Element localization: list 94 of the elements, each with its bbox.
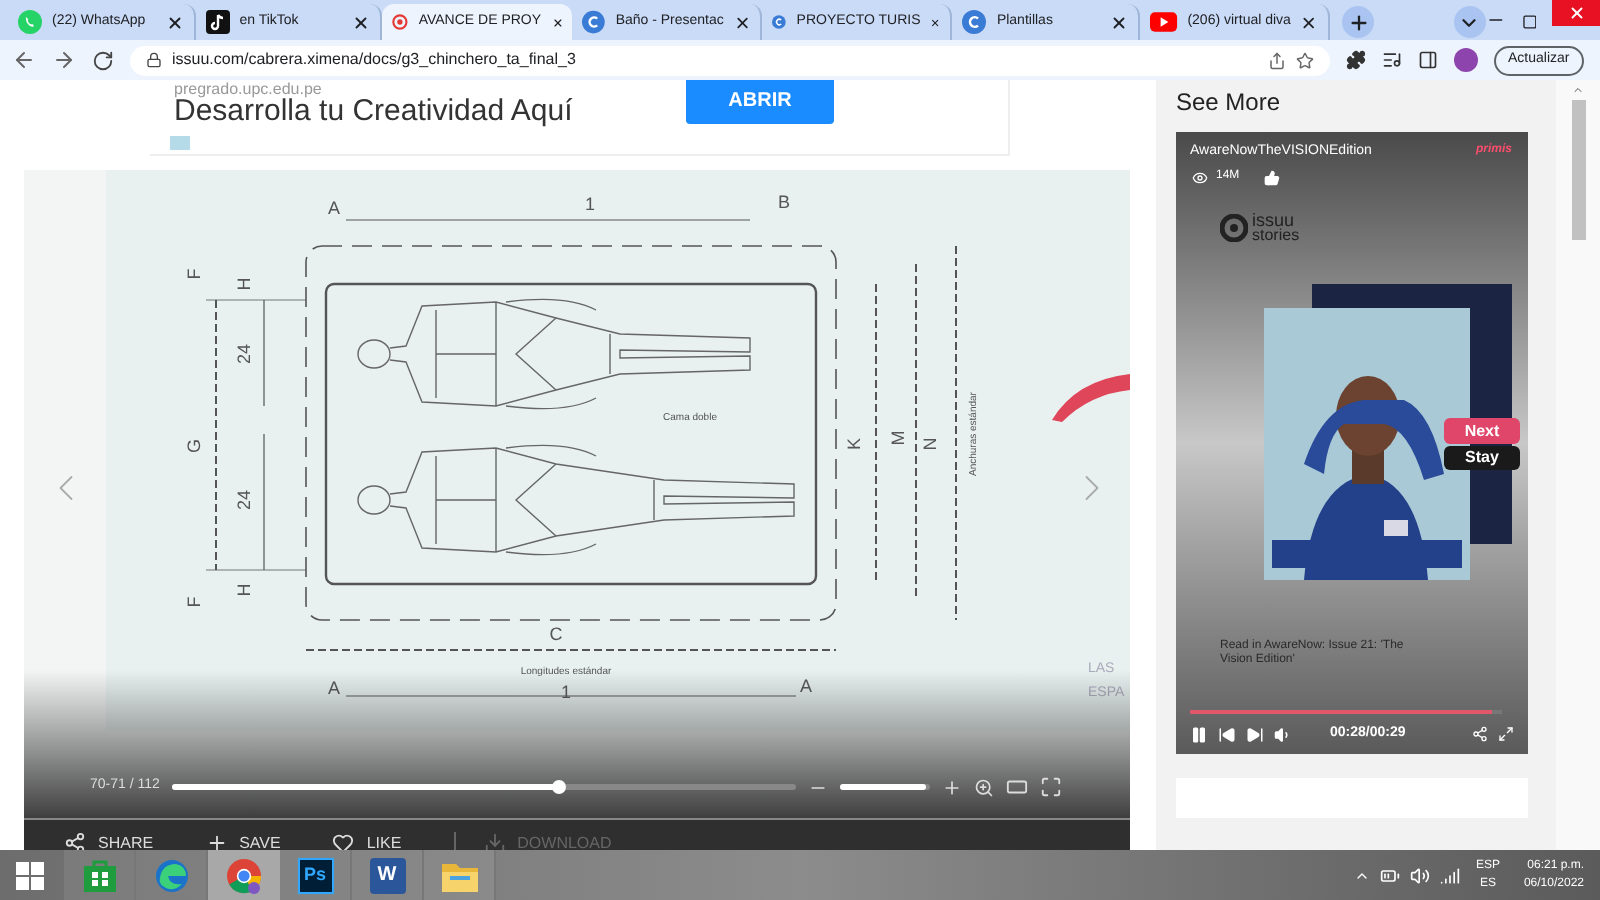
ad-headline: Desarrolla tu Creatividad Aquí — [174, 94, 573, 128]
taskbar-app[interactable] — [424, 850, 496, 900]
dimension-label: 1 — [585, 194, 595, 214]
forward-icon[interactable] — [52, 48, 76, 72]
back-icon[interactable] — [12, 48, 36, 72]
dimension-label: M — [888, 430, 908, 446]
dimension-label: A — [328, 198, 340, 218]
swirl-icon — [153, 857, 189, 893]
dimension-label: A — [328, 678, 340, 698]
media-icon[interactable] — [1382, 50, 1402, 70]
circle-icon — [772, 10, 787, 34]
thumbs-up-icon — [1263, 169, 1280, 185]
url-text: issuu.com/cabrera.ximena/docs/g3_chinchero_ta_final_3 — [172, 48, 578, 72]
close-icon[interactable] — [551, 13, 563, 31]
windows-icon[interactable] — [16, 861, 44, 889]
next-button[interactable]: Next — [1444, 418, 1520, 444]
share-icon[interactable] — [1472, 726, 1488, 743]
circle-icon — [582, 10, 606, 34]
expand-icon[interactable] — [1498, 726, 1514, 743]
arc-shape — [1052, 374, 1130, 422]
photoshop-icon: Ps — [297, 857, 333, 893]
dimension-label: H — [234, 583, 254, 597]
close-icon[interactable] — [1110, 13, 1129, 31]
share-icon[interactable] — [1268, 51, 1286, 69]
fullscreen-icon[interactable] — [1039, 776, 1062, 798]
pause-icon[interactable] — [1190, 725, 1208, 744]
taskbar-app[interactable] — [64, 850, 136, 900]
plus-icon — [1347, 11, 1370, 33]
close-icon[interactable] — [733, 13, 751, 31]
dimension-label: 1 — [561, 682, 571, 702]
heart-icon — [332, 832, 355, 850]
close-icon — [1567, 4, 1586, 22]
target-icon — [392, 10, 409, 34]
skip-back-icon[interactable] — [1218, 725, 1236, 744]
dimension-label: F — [184, 268, 204, 280]
tab-search-button[interactable] — [1453, 6, 1486, 38]
circle-icon — [962, 10, 987, 34]
whatsapp-icon — [18, 10, 42, 34]
stay-button[interactable]: Stay — [1444, 446, 1520, 470]
action-button[interactable]: SHARE — [64, 831, 154, 850]
sidebar-heading: See More — [1176, 86, 1283, 120]
slider-thumb[interactable] — [552, 780, 567, 794]
dimension-label: A — [800, 676, 812, 696]
chrome-icon — [224, 855, 264, 895]
dimension-label: C — [549, 624, 563, 644]
new-tab-button[interactable] — [1342, 6, 1374, 38]
scrollbar-thumb[interactable] — [1571, 100, 1585, 240]
scrollbar[interactable] — [1556, 80, 1600, 850]
action-button[interactable]: SAVE — [205, 831, 281, 850]
search-icon[interactable] — [973, 777, 994, 797]
reload-icon[interactable] — [92, 49, 114, 71]
zoom-in-icon[interactable] — [941, 777, 962, 797]
star-icon[interactable] — [1296, 51, 1314, 69]
lock-icon — [146, 52, 162, 68]
close-window-button[interactable] — [1552, 0, 1600, 26]
close-icon[interactable] — [1300, 13, 1319, 31]
skip-forward-icon[interactable] — [1246, 725, 1264, 744]
taskbar-app[interactable]: W — [352, 850, 424, 900]
plus-icon — [205, 832, 228, 850]
volume-icon[interactable] — [1409, 865, 1430, 885]
taskbar-app[interactable] — [208, 850, 280, 900]
play-icon — [1150, 12, 1178, 32]
dimension-label: K — [844, 438, 864, 450]
address-bar[interactable]: issuu.com/cabrera.ximena/docs/g3_chinchero_ta_final_3 — [130, 45, 1330, 75]
close-icon[interactable] — [352, 13, 371, 31]
profile-avatar[interactable] — [1454, 48, 1478, 72]
note-icon — [205, 10, 230, 34]
close-icon[interactable] — [165, 13, 184, 31]
extensions-icon[interactable] — [1346, 50, 1366, 70]
dimension-label: 24 — [234, 490, 254, 510]
download-icon — [483, 832, 506, 850]
word-icon: W — [369, 857, 405, 893]
dimension-label: N — [920, 437, 940, 451]
dimension-label: G — [184, 439, 204, 453]
eye-icon — [1192, 169, 1208, 185]
restore-icon[interactable] — [1521, 14, 1537, 30]
ad-domain: pregrado.upc.edu.pe — [174, 80, 322, 98]
volume-icon[interactable] — [1274, 725, 1292, 744]
dimension-label: 24 — [234, 344, 254, 364]
dimension-label: H — [234, 277, 254, 291]
fit-page-icon[interactable] — [1005, 776, 1028, 798]
logo-icon — [1220, 214, 1248, 242]
taskbar-app[interactable]: Ps — [280, 850, 352, 900]
signal-icon[interactable] — [1439, 865, 1460, 885]
dimension-label: B — [778, 192, 790, 212]
logo-text: issuu — [1252, 212, 1295, 228]
action-button[interactable]: LIKE — [332, 831, 402, 850]
page-slider[interactable] — [171, 784, 796, 790]
battery-icon[interactable] — [1379, 865, 1400, 885]
bag-icon — [81, 857, 117, 893]
dimension-label: F — [184, 596, 204, 608]
logo-subtitle: stories — [1252, 228, 1300, 244]
share-icon — [64, 832, 86, 850]
side-panel-icon[interactable] — [1418, 50, 1438, 70]
